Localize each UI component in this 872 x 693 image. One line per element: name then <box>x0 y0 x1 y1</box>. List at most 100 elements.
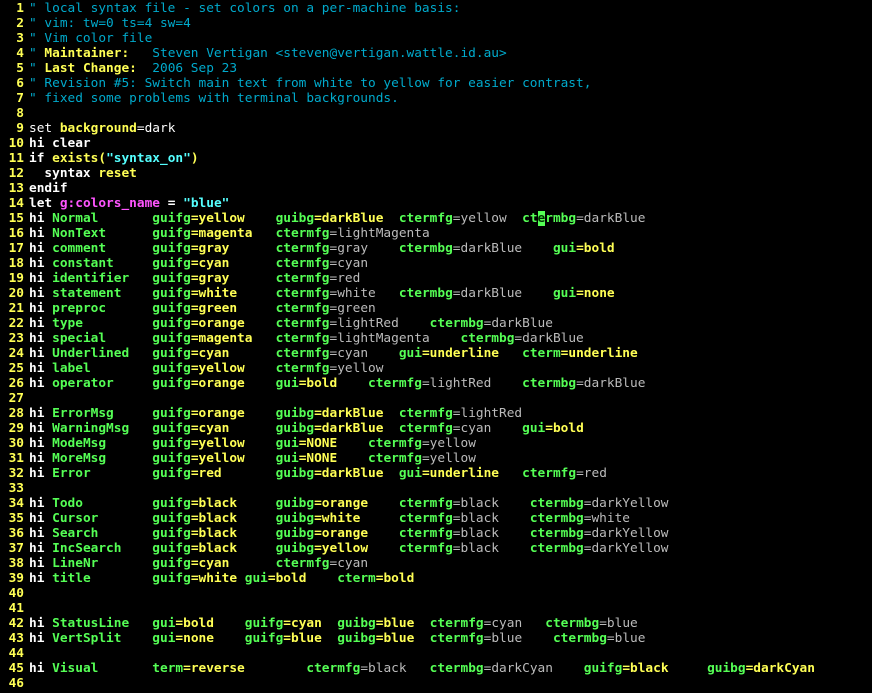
code-token: Underlined guifg <box>52 346 191 361</box>
code-token: =NONE <box>298 451 369 466</box>
code-token: hi <box>29 331 53 346</box>
code-line[interactable]: 32 hi Error guifg=red guibg=darkBlue gui=… <box>0 466 872 481</box>
code-line[interactable]: 5 " Last Change: 2006 Sep 23 <box>0 61 872 76</box>
code-token: =none <box>576 286 615 301</box>
code-token: operator guifg <box>52 376 191 391</box>
code-line[interactable]: 37 hi IncSearch guifg=black guibg=yellow … <box>0 541 872 556</box>
code-line[interactable]: 24 hi Underlined guifg=cyan ctermfg=cyan … <box>0 346 872 361</box>
code-line[interactable]: 45 hi Visual term=reverse ctermfg=black c… <box>0 661 872 676</box>
code-token: hi <box>29 556 53 571</box>
code-line[interactable]: 16 hi NonText guifg=magenta ctermfg=light… <box>0 226 872 241</box>
code-line[interactable]: 22 hi type guifg=orange ctermfg=lightRed … <box>0 316 872 331</box>
code-line[interactable]: 1 " local syntax file - set colors on a p… <box>0 1 872 16</box>
line-number: 39 <box>8 571 24 586</box>
code-token: special guifg <box>52 331 191 346</box>
code-line[interactable]: 4 " Maintainer: Steven Vertigan <steven@v… <box>0 46 872 61</box>
code-line[interactable]: 23 hi special guifg=magenta ctermfg=light… <box>0 331 872 346</box>
code-token: guibg <box>337 616 376 631</box>
code-line[interactable]: 9 set background=dark <box>0 121 872 136</box>
line-number: 45 <box>8 661 24 676</box>
code-token: hi <box>29 631 53 646</box>
line-number: 7 <box>16 91 24 106</box>
code-line[interactable]: 38 hi LineNr guifg=cyan ctermfg=cyan <box>0 556 872 571</box>
code-line[interactable]: 8 <box>0 106 872 121</box>
code-line[interactable]: 29 hi WarningMsg guifg=cyan guibg=darkBlu… <box>0 421 872 436</box>
code-line[interactable]: 44 <box>0 646 872 661</box>
line-number: 21 <box>8 301 24 316</box>
code-token: " Revision #5: Switch main text from whi… <box>29 76 592 91</box>
code-token: cterm <box>522 346 561 361</box>
code-line[interactable]: 19 hi identifier guifg=gray ctermfg=red <box>0 271 872 286</box>
code-token: hi <box>29 451 53 466</box>
code-line[interactable]: 7 " fixed some problems with terminal bac… <box>0 91 872 106</box>
code-token: label guifg <box>52 361 191 376</box>
vim-editor[interactable]: 1 " local syntax file - set colors on a p… <box>0 0 872 693</box>
code-line[interactable]: 25 hi label guifg=yellow ctermfg=yellow <box>0 361 872 376</box>
code-line[interactable]: 42 hi StatusLine gui=bold guifg=cyan guib… <box>0 616 872 631</box>
code-line[interactable]: 17 hi comment guifg=gray ctermfg=gray cte… <box>0 241 872 256</box>
line-number: 26 <box>8 376 24 391</box>
code-token: =black <box>452 496 530 511</box>
code-token: ctermfg <box>275 301 330 316</box>
line-number: 17 <box>8 241 24 256</box>
code-line[interactable]: 6 " Revision #5: Switch main text from wh… <box>0 76 872 91</box>
code-token: =yellow <box>190 211 276 226</box>
code-line[interactable]: 15 hi Normal guifg=yellow guibg=darkBlue … <box>0 211 872 226</box>
code-line[interactable]: 14 let g:colors_name = "blue" <box>0 196 872 211</box>
line-number: 36 <box>8 526 24 541</box>
code-token: =cyan <box>283 616 338 631</box>
code-token: hi <box>29 316 53 331</box>
line-number: 35 <box>8 511 24 526</box>
code-line[interactable]: 35 hi Cursor guifg=black guibg=white cter… <box>0 511 872 526</box>
code-token: " vim: tw=0 ts=4 sw=4 <box>29 16 191 31</box>
code-line[interactable]: 20 hi statement guifg=white ctermfg=white… <box>0 286 872 301</box>
code-token: Steven Vertigan <steven@vertigan.wattle.… <box>129 46 507 61</box>
code-line[interactable]: 18 hi constant guifg=cyan ctermfg=cyan <box>0 256 872 271</box>
code-line[interactable]: 36 hi Search guifg=black guibg=orange cte… <box>0 526 872 541</box>
code-token: statement guifg <box>52 286 191 301</box>
code-line[interactable]: 31 hi MoreMsg guifg=yellow gui=NONE cterm… <box>0 451 872 466</box>
code-token: =darkBlue <box>576 376 646 391</box>
code-token: =darkBlue <box>576 211 646 226</box>
code-token: Cursor guifg <box>52 511 191 526</box>
code-token: hi <box>29 541 53 556</box>
code-token: =darkBlue <box>314 211 399 226</box>
code-line[interactable]: 30 hi ModeMsg guifg=yellow gui=NONE cterm… <box>0 436 872 451</box>
code-line[interactable]: 2 " vim: tw=0 ts=4 sw=4 <box>0 16 872 31</box>
code-token: Maintainer: <box>44 46 130 61</box>
code-line[interactable]: 46 <box>0 676 872 691</box>
code-token: =lightRed <box>329 316 430 331</box>
code-line[interactable]: 39 hi title guifg=white gui=bold cterm=bo… <box>0 571 872 586</box>
code-line[interactable]: 43 hi VertSplit gui=none guifg=blue guibg… <box>0 631 872 646</box>
line-number: 18 <box>8 256 24 271</box>
code-line[interactable]: 3 " Vim color file <box>0 31 872 46</box>
code-line[interactable]: 26 hi operator guifg=orange gui=bold cter… <box>0 376 872 391</box>
line-number: 25 <box>8 361 24 376</box>
line-number: 29 <box>8 421 24 436</box>
code-token: type guifg <box>52 316 191 331</box>
code-line[interactable]: 12 syntax reset <box>0 166 872 181</box>
code-token: Error guifg <box>52 466 191 481</box>
code-line[interactable]: 21 hi preproc guifg=green ctermfg=green <box>0 301 872 316</box>
code-line[interactable]: 13 endif <box>0 181 872 196</box>
code-token: =white <box>190 571 245 586</box>
code-line[interactable]: 28 hi ErrorMsg guifg=orange guibg=darkBlu… <box>0 406 872 421</box>
code-line[interactable]: 34 hi Todo guifg=black guibg=orange cterm… <box>0 496 872 511</box>
code-token: =darkBlue <box>314 466 399 481</box>
code-token: ModeMsg guifg <box>52 436 191 451</box>
code-line[interactable]: 10 hi clear <box>0 136 872 151</box>
code-token: =blue <box>375 631 430 646</box>
code-line[interactable]: 40 <box>0 586 872 601</box>
code-line[interactable]: 11 if exists("syntax_on") <box>0 151 872 166</box>
line-number: 27 <box>8 391 24 406</box>
code-token: hi <box>29 346 53 361</box>
code-line[interactable]: 27 <box>0 391 872 406</box>
line-number: 42 <box>8 616 24 631</box>
line-number: 40 <box>8 586 24 601</box>
code-token: hi <box>29 256 53 271</box>
code-token: ctermfg <box>306 661 361 676</box>
code-token: exists( <box>52 151 107 166</box>
code-line[interactable]: 41 <box>0 601 872 616</box>
code-line[interactable]: 33 <box>0 481 872 496</box>
code-token: hi clear <box>29 136 91 151</box>
